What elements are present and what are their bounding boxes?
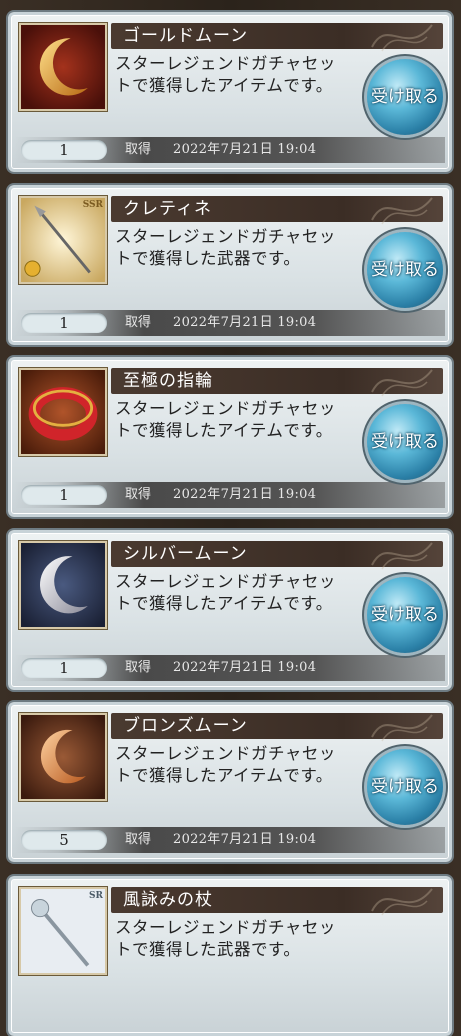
item-title-bar: 至極の指輪 bbox=[111, 368, 443, 397]
item-name: 至極の指輪 bbox=[123, 371, 213, 391]
acquired-date: 2022年7月21日 19:04 bbox=[173, 142, 317, 157]
ornament-icon bbox=[371, 714, 433, 742]
acquired-date: 2022年7月21日 19:04 bbox=[173, 660, 317, 675]
ornament-icon bbox=[371, 542, 433, 570]
present-card: SSR クレティネ スターレジェンドガチャセットで獲得した武器です。 1 取得 … bbox=[8, 185, 452, 345]
item-name: ブロンズムーン bbox=[123, 716, 248, 736]
silver-moon-icon bbox=[19, 541, 107, 629]
present-card: SR 風詠みの杖 スターレジェンドガチャセットで獲得した武器です。 bbox=[8, 876, 452, 1036]
acquired-label: 取得 bbox=[125, 832, 152, 847]
spear-icon: SSR bbox=[19, 196, 107, 284]
ornament-icon bbox=[371, 24, 433, 52]
quantity-badge: 5 bbox=[21, 830, 107, 850]
item-name: クレティネ bbox=[123, 199, 212, 219]
item-description: スターレジェンドガチャセットで獲得したアイテムです。 bbox=[115, 744, 336, 785]
acquired-date: 2022年7月21日 19:04 bbox=[173, 487, 317, 502]
quantity-badge: 1 bbox=[21, 485, 107, 505]
receive-button[interactable]: 受け取る bbox=[367, 232, 443, 308]
ornament-icon bbox=[371, 369, 433, 397]
acquired-label: 取得 bbox=[125, 660, 152, 675]
acquired-label: 取得 bbox=[125, 487, 152, 502]
bronze-moon-icon bbox=[19, 713, 107, 801]
receive-button[interactable]: 受け取る bbox=[367, 749, 443, 825]
rarity-badge: SSR bbox=[82, 200, 103, 210]
acquired-label: 取得 bbox=[125, 142, 152, 157]
acquired-date: 2022年7月21日 19:04 bbox=[173, 832, 317, 847]
present-card: ゴールドムーン スターレジェンドガチャセットで獲得したアイテムです。 1 取得 … bbox=[8, 12, 452, 172]
present-card: ブロンズムーン スターレジェンドガチャセットで獲得したアイテムです。 5 取得 … bbox=[8, 702, 452, 862]
acquired-label: 取得 bbox=[125, 315, 152, 330]
item-description: スターレジェンドガチャセットで獲得した武器です。 bbox=[115, 227, 336, 268]
staff-icon: SR bbox=[19, 887, 107, 975]
item-title-bar: ブロンズムーン bbox=[111, 713, 443, 742]
item-description: スターレジェンドガチャセットで獲得したアイテムです。 bbox=[115, 54, 336, 95]
item-title-bar: シルバームーン bbox=[111, 541, 443, 570]
receive-button[interactable]: 受け取る bbox=[367, 577, 443, 653]
receive-button[interactable]: 受け取る bbox=[367, 59, 443, 135]
present-list: ゴールドムーン スターレジェンドガチャセットで獲得したアイテムです。 1 取得 … bbox=[0, 0, 461, 1036]
item-name: ゴールドムーン bbox=[123, 26, 249, 46]
quantity-badge: 1 bbox=[21, 140, 107, 160]
item-description: スターレジェンドガチャセットで獲得したアイテムです。 bbox=[115, 572, 336, 613]
present-card: シルバームーン スターレジェンドガチャセットで獲得したアイテムです。 1 取得 … bbox=[8, 530, 452, 690]
receive-button[interactable]: 受け取る bbox=[367, 404, 443, 480]
item-description: スターレジェンドガチャセットで獲得した武器です。 bbox=[115, 918, 336, 959]
item-name: 風詠みの杖 bbox=[123, 890, 213, 910]
item-description: スターレジェンドガチャセットで獲得したアイテムです。 bbox=[115, 399, 336, 440]
quantity-badge: 1 bbox=[21, 313, 107, 333]
item-name: シルバームーン bbox=[123, 544, 248, 564]
ornament-icon bbox=[371, 888, 433, 916]
item-title-bar: ゴールドムーン bbox=[111, 23, 443, 52]
present-card: 至極の指輪 スターレジェンドガチャセットで獲得したアイテムです。 1 取得 20… bbox=[8, 357, 452, 517]
item-title-bar: 風詠みの杖 bbox=[111, 887, 443, 916]
rarity-badge: SR bbox=[89, 891, 103, 901]
red-ring-icon bbox=[19, 368, 107, 456]
acquired-date: 2022年7月21日 19:04 bbox=[173, 315, 317, 330]
ornament-icon bbox=[371, 197, 433, 225]
gold-moon-icon bbox=[19, 23, 107, 111]
quantity-badge: 1 bbox=[21, 658, 107, 678]
item-title-bar: クレティネ bbox=[111, 196, 443, 225]
